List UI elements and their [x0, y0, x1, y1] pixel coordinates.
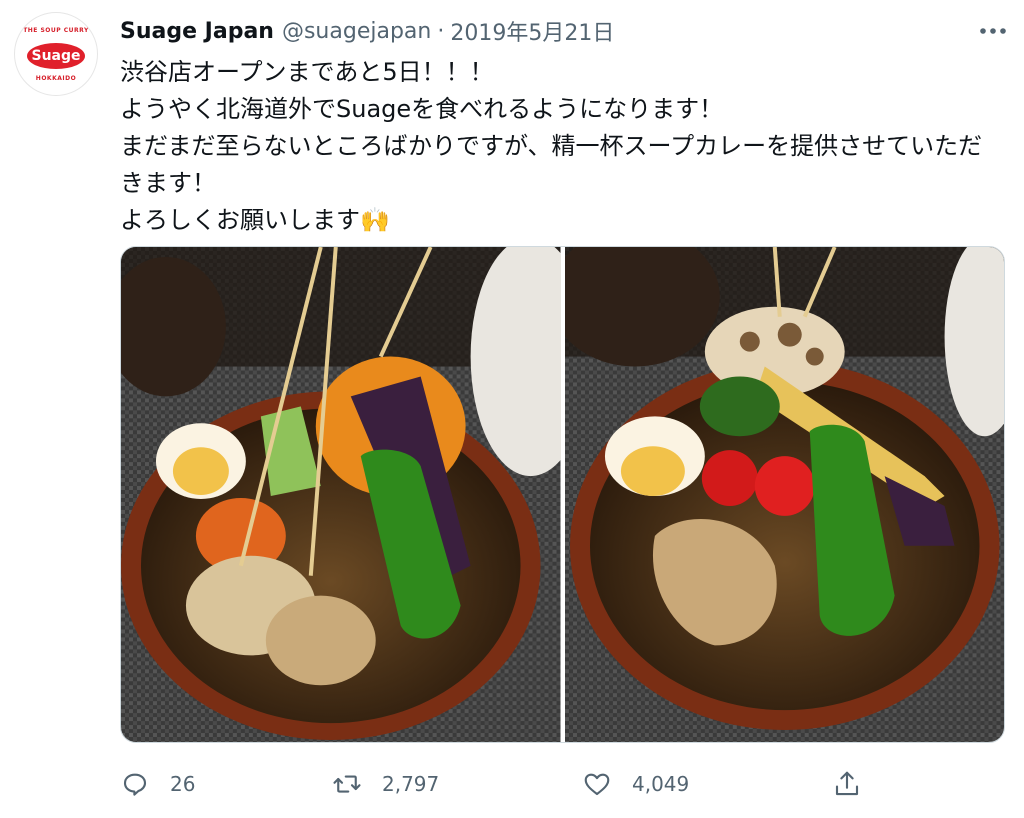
tweet-actions: 26 2,797 4,049 [120, 762, 860, 806]
like-count: 4,049 [632, 772, 690, 796]
reply-button[interactable]: 26 [120, 762, 195, 806]
media-photo-1[interactable] [121, 247, 561, 742]
soup-curry-photo-icon [121, 247, 561, 742]
heart-icon [584, 773, 610, 796]
user-handle[interactable]: @suagejapan [282, 19, 431, 44]
avatar-top-text: THE SOUP CURRY [23, 27, 89, 34]
tweet-date[interactable]: 2019年5月21日 [450, 15, 614, 47]
share-button[interactable] [832, 762, 862, 806]
retweet-button[interactable]: 2,797 [332, 762, 439, 806]
display-name[interactable]: Suage Japan [120, 19, 274, 44]
tweet-header: Suage Japan @suagejapan · 2019年5月21日 [120, 14, 614, 48]
avatar-bottom-text: HOKKAIDO [35, 75, 77, 82]
media-photo-2[interactable] [564, 247, 1004, 742]
separator-dot: · [437, 18, 445, 44]
share-icon [835, 771, 859, 796]
reply-count: 26 [170, 772, 196, 796]
avatar[interactable]: THE SOUP CURRY Suage HOKKAIDO [14, 12, 98, 96]
more-icon [980, 28, 1006, 34]
retweet-icon [333, 775, 361, 793]
reply-icon [123, 773, 147, 796]
retweet-count: 2,797 [382, 772, 440, 796]
tweet-line: まだまだ至らないところばかりですが、精一杯スープカレーを提供させていただきます！ [120, 132, 983, 197]
like-button[interactable]: 4,049 [582, 762, 689, 806]
tweet-text: 渋谷店オープンまであと5日！！！ ようやく北海道外でSuageを食べれるようにな… [120, 54, 1000, 239]
tweet-line: よろしくお願いします🙌 [120, 206, 390, 234]
avatar-logo: Suage [27, 43, 85, 69]
more-options-button[interactable] [978, 16, 1008, 46]
soup-curry-photo-icon [564, 247, 1004, 742]
tweet-line: 渋谷店オープンまであと5日！！！ [120, 58, 494, 86]
media-grid [120, 246, 1005, 743]
tweet-line: ようやく北海道外でSuageを食べれるようになります！ [120, 95, 724, 123]
